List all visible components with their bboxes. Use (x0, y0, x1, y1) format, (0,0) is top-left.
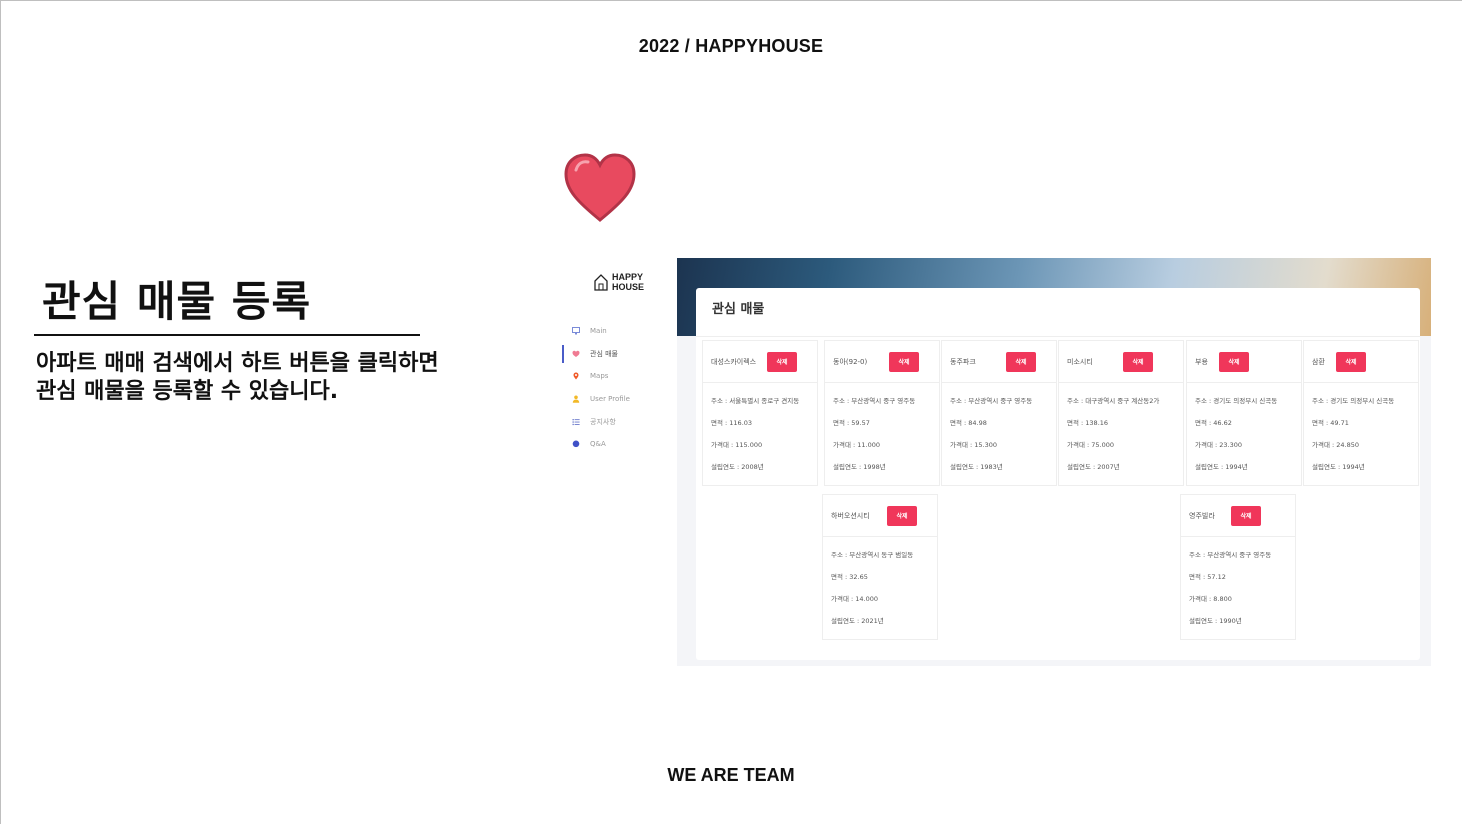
heart-icon (564, 153, 636, 222)
property-area: 면적 : 57.12 (1189, 573, 1226, 581)
property-card: 영주빌라 삭제 주소 : 부산광역시 중구 영주동 면적 : 57.12 가격대… (1180, 494, 1296, 640)
property-area: 면적 : 46.62 (1195, 419, 1232, 427)
delete-button[interactable]: 삭제 (1006, 351, 1036, 372)
property-name: 동주파크 (950, 357, 976, 366)
house-icon (594, 274, 608, 291)
property-price: 가격대 : 8.800 (1189, 595, 1232, 603)
sidebar-item-qna[interactable]: Q&A (562, 433, 672, 456)
property-area: 면적 : 59.57 (833, 419, 870, 427)
property-area: 면적 : 84.98 (950, 419, 987, 427)
property-name: 하버오션시티 (831, 511, 870, 520)
property-address: 주소 : 부산광역시 중구 영주동 (1189, 551, 1272, 559)
pin-icon (573, 372, 579, 380)
delete-button[interactable]: 삭제 (887, 505, 917, 526)
property-card: 삼환 삭제 주소 : 경기도 의정부시 신곡동 면적 : 49.71 가격대 :… (1303, 340, 1419, 486)
property-price: 가격대 : 11.000 (833, 441, 881, 449)
property-card: 하버오션시티 삭제 주소 : 부산광역시 동구 범일동 면적 : 32.65 가… (822, 494, 938, 640)
happyhouse-logo[interactable]: HAPPY HOUSE (594, 272, 644, 292)
sidebar-item-favorites[interactable]: 관심 매물 (562, 343, 672, 366)
delete-button[interactable]: 삭제 (1336, 351, 1366, 372)
sidebar-item-main[interactable]: Main (562, 320, 672, 343)
property-year: 설립연도 : 2007년 (1067, 463, 1120, 471)
property-area: 면적 : 138.16 (1067, 419, 1109, 427)
delete-button[interactable]: 삭제 (1123, 351, 1153, 372)
delete-button[interactable]: 삭제 (1231, 505, 1261, 526)
property-name: 삼환 (1312, 357, 1325, 366)
property-year: 설립연도 : 1994년 (1312, 463, 1365, 471)
property-address: 주소 : 경기도 의정부시 신곡동 (1195, 397, 1278, 405)
sidebar-item-user-profile[interactable]: User Profile (562, 388, 672, 411)
property-card: 대성스카이렉스 삭제 주소 : 서울특별시 종로구 견지동 면적 : 116.0… (702, 340, 818, 486)
description: 아파트 매매 검색에서 하트 버튼을 클릭하면 관심 매물을 등록할 수 있습니… (36, 350, 496, 406)
property-price: 가격대 : 14.000 (831, 595, 879, 603)
property-address: 주소 : 경기도 의정부시 신곡동 (1312, 397, 1395, 405)
property-name: 동아(92-0) (833, 357, 868, 366)
property-price: 가격대 : 24.850 (1312, 441, 1360, 449)
sidebar-item-label: Q&A (590, 440, 606, 449)
property-name: 부용 (1195, 357, 1208, 366)
slide-footer: WE ARE TEAM (667, 765, 795, 785)
favorites-panel: 관심 매물 대성스카이렉스 삭제 주소 : 서울특별시 종로구 견지동 면적 :… (677, 258, 1431, 666)
property-year: 설립연도 : 2008년 (711, 463, 764, 471)
sidebar-item-label: 공지사항 (590, 417, 616, 426)
property-card: 미소시티 삭제 주소 : 대구광역시 중구 계산동2가 면적 : 138.16 … (1058, 340, 1184, 486)
page-title: 관심 매물 등록 (42, 277, 312, 326)
slide-header: 2022 / HAPPYHOUSE (638, 36, 824, 56)
delete-button[interactable]: 삭제 (889, 351, 919, 372)
property-address: 주소 : 서울특별시 종로구 견지동 (711, 397, 800, 405)
list-icon (572, 418, 580, 425)
property-year: 설립연도 : 1998년 (833, 463, 886, 471)
property-name: 대성스카이렉스 (711, 357, 757, 366)
property-area: 면적 : 116.03 (711, 419, 753, 427)
logo-line-2: HOUSE (612, 282, 645, 292)
user-icon (572, 395, 580, 403)
sidebar-item-maps[interactable]: Maps (562, 365, 672, 388)
property-area: 면적 : 32.65 (831, 573, 868, 581)
property-name: 영주빌라 (1189, 511, 1215, 520)
monitor-icon (572, 327, 580, 335)
sidebar-item-label: 관심 매물 (590, 349, 618, 358)
property-address: 주소 : 부산광역시 중구 영주동 (833, 397, 916, 405)
description-line-1: 아파트 매매 검색에서 하트 버튼을 클릭하면 (36, 351, 439, 376)
sidebar-item-label: Maps (590, 372, 609, 381)
property-name: 미소시티 (1067, 357, 1093, 366)
sidebar-item-notice[interactable]: 공지사항 (562, 410, 672, 433)
title-underline (34, 334, 420, 336)
sidebar-item-label: Main (590, 327, 607, 336)
property-year: 설립연도 : 1983년 (950, 463, 1003, 471)
sidebar-nav: Main 관심 매물 Maps User Profile 공지사항 Q&A (562, 320, 672, 456)
sidebar-item-label: User Profile (590, 395, 630, 404)
property-card: 동주파크 삭제 주소 : 부산광역시 중구 영주동 면적 : 84.98 가격대… (941, 340, 1057, 486)
property-card: 부용 삭제 주소 : 경기도 의정부시 신곡동 면적 : 46.62 가격대 :… (1186, 340, 1302, 486)
divider (696, 336, 1420, 337)
delete-button[interactable]: 삭제 (1219, 351, 1249, 372)
favorites-card: 관심 매물 대성스카이렉스 삭제 주소 : 서울특별시 종로구 견지동 면적 :… (696, 288, 1420, 660)
property-address: 주소 : 부산광역시 중구 영주동 (950, 397, 1033, 405)
property-price: 가격대 : 15.300 (950, 441, 998, 449)
property-price: 가격대 : 115.000 (711, 441, 763, 449)
heart-icon (572, 350, 580, 357)
property-area: 면적 : 49.71 (1312, 419, 1349, 427)
panel-title: 관심 매물 (712, 302, 765, 317)
property-price: 가격대 : 23.300 (1195, 441, 1243, 449)
property-address: 주소 : 대구광역시 중구 계산동2가 (1067, 397, 1160, 405)
property-year: 설립연도 : 2021년 (831, 617, 884, 625)
property-card: 동아(92-0) 삭제 주소 : 부산광역시 중구 영주동 면적 : 59.57… (824, 340, 940, 486)
delete-button[interactable]: 삭제 (767, 351, 797, 372)
chat-bubble-icon (572, 440, 580, 448)
property-year: 설립연도 : 1994년 (1195, 463, 1248, 471)
description-line-2: 관심 매물을 등록할 수 있습니다. (36, 379, 339, 404)
property-address: 주소 : 부산광역시 동구 범일동 (831, 551, 914, 559)
logo-line-1: HAPPY (612, 272, 644, 282)
property-price: 가격대 : 75.000 (1067, 441, 1115, 449)
property-year: 설립연도 : 1990년 (1189, 617, 1242, 625)
